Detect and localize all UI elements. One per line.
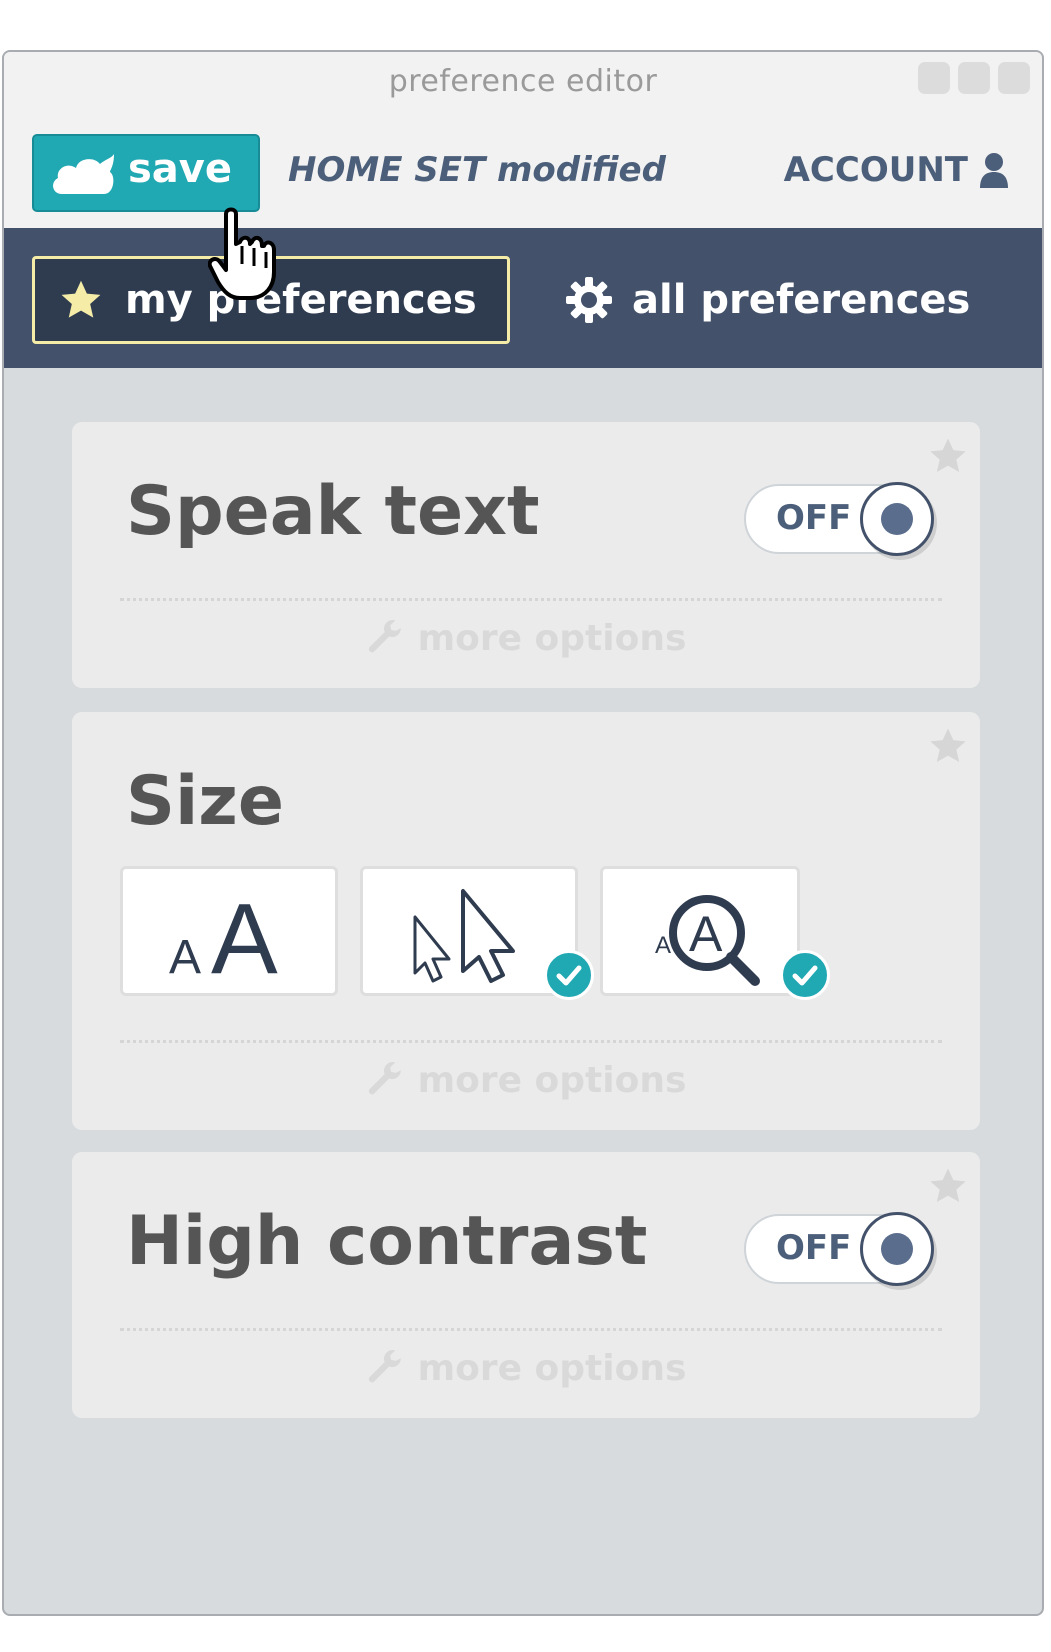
size-card: Size A A A A more options [72,712,980,1130]
window-minimize-button[interactable] [918,62,950,94]
card-title: Speak text [126,472,540,551]
cloud-icon [53,154,114,194]
more-options-label: more options [417,1348,687,1389]
svg-text:A: A [655,932,671,959]
svg-text:A: A [211,883,278,993]
checkmark-icon [544,950,594,1000]
wrench-icon [368,1349,401,1383]
tab-label: all preferences [632,277,971,323]
card-title: Size [126,762,284,841]
high-contrast-toggle[interactable]: OFF [744,1212,934,1286]
window-title: preference editor [388,64,658,99]
wrench-icon [368,619,401,653]
more-options-link[interactable]: more options [72,1060,980,1101]
more-options-label: more options [417,1060,687,1101]
modified-status: HOME SET modified [288,150,666,190]
magnifier-icon: A A [655,895,760,986]
text-size-option[interactable]: A A [120,866,338,996]
divider [120,1328,942,1331]
tab-bar: my preferences all preferences [4,228,1042,368]
toggle-knob [860,482,934,556]
window-maximize-button[interactable] [958,62,990,94]
user-icon [980,153,1008,188]
toggle-label: OFF [776,498,852,538]
title-bar: preference editor save HOME SET modified… [4,52,1042,228]
favorite-star-icon[interactable] [928,436,968,476]
divider [120,598,942,601]
more-options-label: more options [417,618,687,659]
speak-text-toggle[interactable]: OFF [744,482,934,556]
checkmark-icon [780,950,830,1000]
account-button[interactable]: ACCOUNT [784,150,1008,190]
preference-editor-window: preference editor save HOME SET modified… [2,50,1044,1616]
hand-cursor-icon [208,207,276,300]
divider [120,1040,942,1043]
svg-text:A: A [169,931,201,984]
toggle-label: OFF [776,1228,852,1268]
high-contrast-card: High contrast OFF more options [72,1152,980,1418]
card-title: High contrast [126,1202,648,1281]
star-icon [61,280,101,318]
magnifier-option[interactable]: A A [600,866,800,996]
wrench-icon [368,1061,401,1095]
more-options-link[interactable]: more options [72,618,980,659]
save-button[interactable]: save [32,134,260,212]
account-label: ACCOUNT [783,150,968,190]
more-options-link[interactable]: more options [72,1348,980,1389]
tab-label: my preferences [125,277,477,323]
gear-icon [566,277,612,323]
favorite-star-icon[interactable] [928,1166,968,1206]
toggle-knob [860,1212,934,1286]
speak-text-card: Speak text OFF more options [72,422,980,688]
text-size-icon: A A [169,883,278,995]
svg-text:A: A [689,906,723,962]
save-label: save [128,146,233,192]
tab-all-preferences[interactable]: all preferences [564,256,970,344]
window-close-button[interactable] [998,62,1030,94]
favorite-star-icon[interactable] [928,726,968,766]
